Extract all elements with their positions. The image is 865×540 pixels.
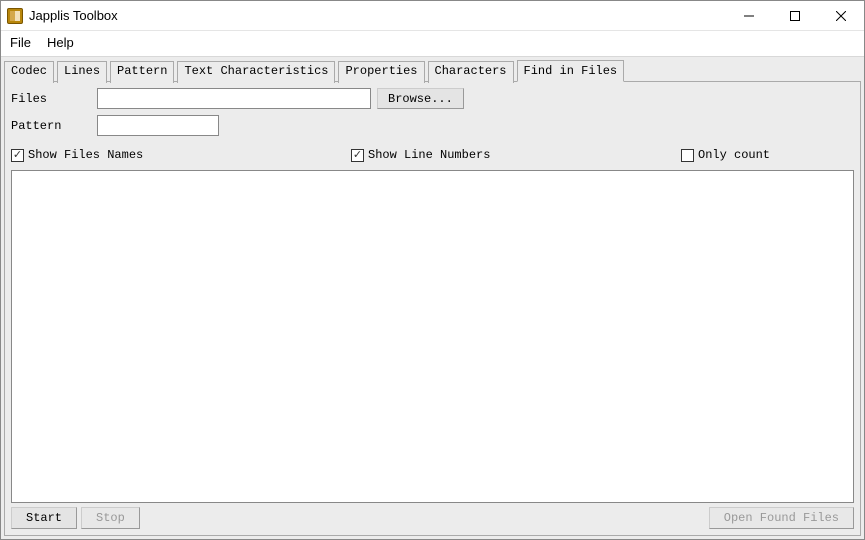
pattern-row: Pattern	[11, 115, 854, 136]
menu-file[interactable]: File	[4, 33, 41, 52]
only-count-checkbox[interactable]	[681, 149, 694, 162]
show-files-names-option[interactable]: Show Files Names	[11, 148, 351, 162]
maximize-icon	[790, 11, 800, 21]
show-files-names-label: Show Files Names	[28, 148, 143, 162]
tab-codec[interactable]: Codec	[4, 61, 54, 83]
minimize-icon	[744, 11, 754, 21]
files-label: Files	[11, 92, 97, 106]
files-input[interactable]	[97, 88, 371, 109]
show-files-names-checkbox[interactable]	[11, 149, 24, 162]
maximize-button[interactable]	[772, 1, 818, 30]
menubar: File Help	[1, 31, 864, 57]
results-textarea[interactable]	[11, 170, 854, 503]
tab-panel-find-in-files: Files Browse... Pattern Show Files Names…	[4, 81, 861, 536]
options-row: Show Files Names Show Line Numbers Only …	[11, 148, 854, 162]
close-button[interactable]	[818, 1, 864, 30]
tab-text-characteristics[interactable]: Text Characteristics	[177, 61, 335, 83]
tab-characters[interactable]: Characters	[428, 61, 514, 83]
files-row: Files Browse...	[11, 88, 854, 109]
pattern-input[interactable]	[97, 115, 219, 136]
tab-pattern[interactable]: Pattern	[110, 61, 174, 83]
show-line-numbers-checkbox[interactable]	[351, 149, 364, 162]
browse-button[interactable]: Browse...	[377, 88, 464, 109]
close-icon	[836, 11, 846, 21]
start-button[interactable]: Start	[11, 507, 77, 529]
show-line-numbers-option[interactable]: Show Line Numbers	[351, 148, 681, 162]
window-title: Japplis Toolbox	[29, 8, 726, 23]
only-count-option[interactable]: Only count	[681, 148, 770, 162]
tab-properties[interactable]: Properties	[338, 61, 424, 83]
open-found-files-button[interactable]: Open Found Files	[709, 507, 854, 529]
tabstrip: Codec Lines Pattern Text Characteristics…	[4, 60, 861, 82]
minimize-button[interactable]	[726, 1, 772, 30]
tab-lines[interactable]: Lines	[57, 61, 107, 83]
titlebar: Japplis Toolbox	[1, 1, 864, 31]
show-line-numbers-label: Show Line Numbers	[368, 148, 490, 162]
stop-button[interactable]: Stop	[81, 507, 140, 529]
menu-help[interactable]: Help	[41, 33, 84, 52]
only-count-label: Only count	[698, 148, 770, 162]
footer-row: Start Stop Open Found Files	[11, 503, 854, 529]
window-controls	[726, 1, 864, 30]
content-area: Codec Lines Pattern Text Characteristics…	[1, 57, 864, 539]
pattern-label: Pattern	[11, 119, 97, 133]
tab-find-in-files[interactable]: Find in Files	[517, 60, 625, 82]
app-icon	[7, 8, 23, 24]
